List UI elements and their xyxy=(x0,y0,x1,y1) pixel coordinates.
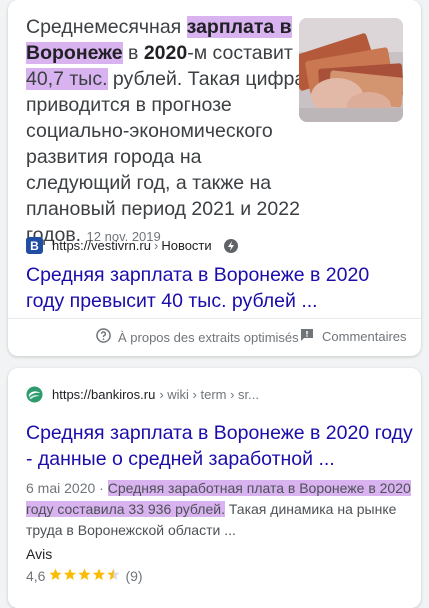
money-thumbnail-image[interactable] xyxy=(299,18,403,122)
help-circle-icon xyxy=(96,328,111,346)
result-title-link[interactable]: Средняя зарплата в Воронеже в 2020 году … xyxy=(26,420,416,472)
about-featured-snippets-link[interactable]: À propos des extraits optimisés xyxy=(96,328,299,346)
rating-count: (9) xyxy=(125,568,143,584)
feedback-icon xyxy=(300,328,314,345)
breadcrumb-separator: › xyxy=(153,238,159,253)
feedback-label: Commentaires xyxy=(322,329,407,344)
snippet-bold: 2020 xyxy=(143,42,188,64)
result-date: 6 mai 2020 xyxy=(26,480,96,496)
source-row[interactable]: B https://vestivrn.ru › Новости xyxy=(26,237,238,254)
rating-value: 4,6 xyxy=(26,568,46,584)
bankiros-favicon-icon xyxy=(26,386,43,403)
rating-stars-icon xyxy=(49,568,121,584)
rating-row: 4,6 (9) xyxy=(26,568,143,584)
snippet-text: в xyxy=(122,42,144,64)
breadcrumb: › wiki › term › sr... xyxy=(159,387,259,402)
amp-lightning-icon xyxy=(223,238,238,253)
featured-snippet-card: Среднемесячная зарплата в Воронеже в 2020… xyxy=(8,0,421,356)
snippet-footer: À propos des extraits optimisés Commenta… xyxy=(8,318,421,355)
snippet-text: рублей. Такая цифра приводится в прогноз… xyxy=(26,68,306,246)
source-url[interactable]: https://vestivrn.ru xyxy=(52,238,151,253)
result-title-link[interactable]: Средняя зарплата в Воронеже в 2020 году … xyxy=(26,262,411,314)
reviews-label: Avis xyxy=(26,546,53,562)
vestivrn-favicon-icon: B xyxy=(26,237,43,254)
result-snippet: 6 mai 2020 · Средняя заработная плата в … xyxy=(26,478,411,541)
about-snippets-label: À propos des extraits optimisés xyxy=(118,329,299,345)
snippet-highlight: Воронеже xyxy=(26,42,123,64)
snippet-highlight: 40,7 тыс. xyxy=(26,68,108,90)
snippet-highlight: зарплата в xyxy=(186,16,292,38)
source-url[interactable]: https://bankiros.ru xyxy=(52,387,155,402)
source-row[interactable]: https://bankiros.ru › wiki › term › sr..… xyxy=(26,386,259,403)
snippet-text: Среднемесячная xyxy=(26,16,187,38)
source-section: Новости xyxy=(161,238,212,253)
feedback-link[interactable]: Commentaires xyxy=(300,328,407,345)
search-result-card: https://bankiros.ru › wiki › term › sr..… xyxy=(8,368,421,608)
snippet-text: -м составит xyxy=(187,42,293,64)
date-separator: · xyxy=(95,480,108,496)
featured-snippet-text: Среднемесячная зарплата в Воронеже в 2020… xyxy=(26,14,308,250)
